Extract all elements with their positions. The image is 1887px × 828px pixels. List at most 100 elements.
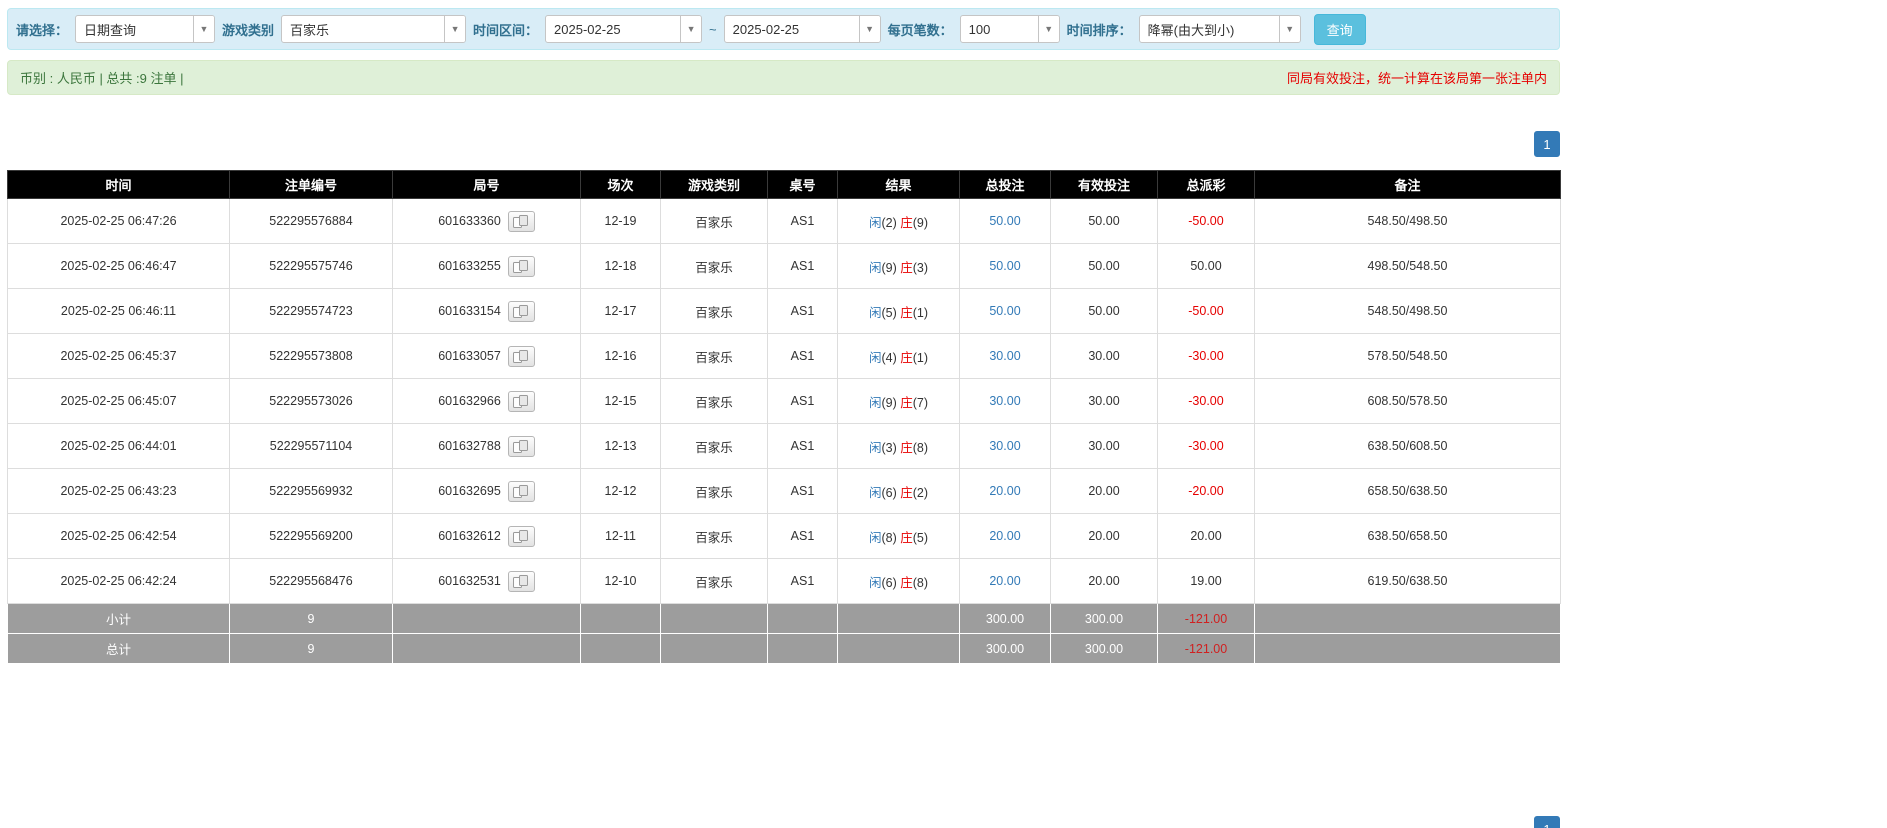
cell-payout: -50.00 — [1158, 199, 1255, 244]
total-empty — [581, 634, 661, 664]
chevron-down-icon[interactable]: ▼ — [680, 16, 701, 42]
subtotal-payout: -121.00 — [1158, 604, 1255, 634]
payout-value: -30.00 — [1188, 439, 1223, 453]
chevron-down-icon[interactable]: ▼ — [859, 16, 880, 42]
banker-result-label: 庄 — [900, 351, 913, 365]
date-to-select[interactable]: 2025-02-25 ▼ — [724, 15, 881, 43]
payout-value: 50.00 — [1190, 259, 1221, 273]
cell-bet-id: 522295573026 — [230, 379, 393, 424]
replay-cards-icon[interactable] — [508, 571, 535, 592]
total-bet-link[interactable]: 50.00 — [989, 214, 1020, 228]
replay-cards-icon[interactable] — [508, 436, 535, 457]
date-from-select[interactable]: 2025-02-25 ▼ — [545, 15, 702, 43]
replay-cards-icon[interactable] — [508, 211, 535, 232]
page-1-button[interactable]: 1 — [1534, 816, 1560, 828]
cell-payout: -30.00 — [1158, 424, 1255, 469]
cell-table: AS1 — [768, 199, 838, 244]
cell-session: 12-19 — [581, 199, 661, 244]
cell-round-id: 601633360 — [393, 199, 581, 244]
replay-cards-icon[interactable] — [508, 346, 535, 367]
chevron-down-icon[interactable]: ▼ — [1038, 16, 1059, 42]
cell-payout: 50.00 — [1158, 244, 1255, 289]
total-bet-link[interactable]: 30.00 — [989, 439, 1020, 453]
sort-order-value: 降幂(由大到小) — [1140, 20, 1279, 39]
total-bet-link[interactable]: 30.00 — [989, 349, 1020, 363]
table-row: 2025-02-25 06:44:01522295571104601632788… — [8, 424, 1561, 469]
cell-bet-id: 522295569932 — [230, 469, 393, 514]
cell-round-id: 601633255 — [393, 244, 581, 289]
total-bet-link[interactable]: 50.00 — [989, 259, 1020, 273]
query-type-select[interactable]: 日期查询 ▼ — [75, 15, 215, 43]
total-bet-link[interactable]: 20.00 — [989, 574, 1020, 588]
player-score: (6) — [881, 576, 896, 590]
total-bet-link[interactable]: 20.00 — [989, 484, 1020, 498]
round-id-text: 601632788 — [438, 439, 501, 453]
chevron-down-icon[interactable]: ▼ — [1279, 16, 1300, 42]
per-page-label: 每页笔数： — [888, 20, 953, 39]
total-bet-link[interactable]: 20.00 — [989, 529, 1020, 543]
cell-total-bet: 20.00 — [960, 514, 1051, 559]
game-category-select[interactable]: 百家乐 ▼ — [281, 15, 466, 43]
total-bet-link[interactable]: 30.00 — [989, 394, 1020, 408]
query-button[interactable]: 查询 — [1314, 14, 1366, 45]
banker-score: (8) — [913, 576, 928, 590]
cell-valid-bet: 20.00 — [1051, 514, 1158, 559]
cell-table: AS1 — [768, 469, 838, 514]
total-bet-link[interactable]: 50.00 — [989, 304, 1020, 318]
cell-round-id: 601632788 — [393, 424, 581, 469]
cell-payout: -20.00 — [1158, 469, 1255, 514]
cell-time: 2025-02-25 06:45:37 — [8, 334, 230, 379]
banker-result-label: 庄 — [900, 576, 913, 590]
replay-cards-icon[interactable] — [508, 391, 535, 412]
banker-result-label: 庄 — [900, 306, 913, 320]
query-type-value: 日期查询 — [76, 20, 193, 39]
cell-time: 2025-02-25 06:47:26 — [8, 199, 230, 244]
table-row: 2025-02-25 06:43:23522295569932601632695… — [8, 469, 1561, 514]
page: 请选择： 日期查询 ▼ 游戏类别 百家乐 ▼ 时间区间： 2025-02-25 … — [7, 8, 1560, 828]
banker-score: (2) — [913, 486, 928, 500]
sort-order-select[interactable]: 降幂(由大到小) ▼ — [1139, 15, 1301, 43]
table-header-row: 时间 注单编号 局号 场次 游戏类别 桌号 结果 总投注 有效投注 总派彩 备注 — [8, 171, 1561, 199]
round-id-text: 601632695 — [438, 484, 501, 498]
replay-cards-icon[interactable] — [508, 481, 535, 502]
player-result-label: 闲 — [869, 486, 882, 500]
cell-session: 12-15 — [581, 379, 661, 424]
round-id-text: 601632966 — [438, 394, 501, 408]
col-header-session: 场次 — [581, 171, 661, 199]
cell-result: 闲(3) 庄(8) — [838, 424, 960, 469]
cell-table: AS1 — [768, 244, 838, 289]
player-score: (5) — [881, 306, 896, 320]
replay-cards-icon[interactable] — [508, 301, 535, 322]
table-row: 2025-02-25 06:45:07522295573026601632966… — [8, 379, 1561, 424]
col-header-remark: 备注 — [1255, 171, 1561, 199]
cell-bet-id: 522295573808 — [230, 334, 393, 379]
cell-round-id: 601632612 — [393, 514, 581, 559]
subtotal-remark — [1255, 604, 1561, 634]
cell-total-bet: 20.00 — [960, 559, 1051, 604]
cell-remark: 658.50/638.50 — [1255, 469, 1561, 514]
subtotal-valid-bet: 300.00 — [1051, 604, 1158, 634]
player-result-label: 闲 — [869, 216, 882, 230]
cell-remark: 638.50/608.50 — [1255, 424, 1561, 469]
chevron-down-icon[interactable]: ▼ — [444, 16, 465, 42]
cell-round-id: 601632966 — [393, 379, 581, 424]
cell-round-id: 601633057 — [393, 334, 581, 379]
total-count: 9 — [230, 634, 393, 664]
cell-table: AS1 — [768, 514, 838, 559]
player-result-label: 闲 — [869, 396, 882, 410]
col-header-result: 结果 — [838, 171, 960, 199]
per-page-select[interactable]: 100 ▼ — [960, 15, 1060, 43]
subtotal-empty — [393, 604, 581, 634]
cell-remark: 638.50/658.50 — [1255, 514, 1561, 559]
replay-cards-icon[interactable] — [508, 526, 535, 547]
cell-game: 百家乐 — [661, 199, 768, 244]
round-id-text: 601632531 — [438, 574, 501, 588]
replay-cards-icon[interactable] — [508, 256, 535, 277]
total-empty — [393, 634, 581, 664]
banker-score: (1) — [913, 351, 928, 365]
chevron-down-icon[interactable]: ▼ — [193, 16, 214, 42]
page-1-button[interactable]: 1 — [1534, 131, 1560, 157]
cell-total-bet: 30.00 — [960, 379, 1051, 424]
cell-result: 闲(6) 庄(2) — [838, 469, 960, 514]
round-id-text: 601633154 — [438, 304, 501, 318]
